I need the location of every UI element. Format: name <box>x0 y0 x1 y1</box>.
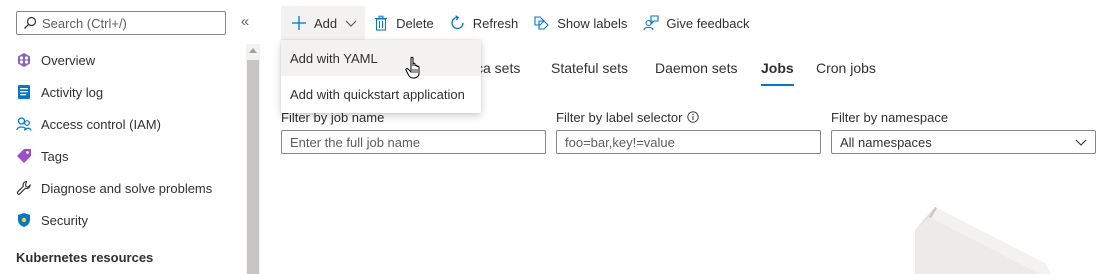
command-bar: Add Delete Refresh Show labels Give feed… <box>281 6 757 40</box>
tab-replica-sets[interactable]: ca sets <box>476 56 520 88</box>
refresh-icon <box>450 15 466 31</box>
chevron-down-icon <box>1075 139 1087 146</box>
menu-item-add-quickstart[interactable]: Add with quickstart application <box>281 76 481 112</box>
menu-item-add-with-yaml[interactable]: Add with YAML <box>281 40 481 76</box>
give-feedback-label: Give feedback <box>666 15 750 31</box>
scroll-up-arrow-icon[interactable] <box>249 48 257 53</box>
sidebar-item-activity-log[interactable]: Activity log <box>16 76 246 108</box>
give-feedback-button[interactable]: Give feedback <box>635 6 757 40</box>
sidebar-item-label: Activity log <box>41 84 104 100</box>
sidebar-item-overview[interactable]: Overview <box>16 44 246 76</box>
wrench-icon <box>16 180 32 196</box>
iam-icon <box>16 116 32 132</box>
activity-log-icon <box>16 84 32 100</box>
empty-state-illustration <box>915 207 1051 274</box>
sidebar-nav: Overview Activity log Access control (IA… <box>16 44 246 236</box>
plus-icon <box>291 15 307 31</box>
scroll-thumb[interactable] <box>247 60 259 274</box>
sidebar-item-label: Access control (IAM) <box>41 116 161 132</box>
tab-stateful-sets[interactable]: Stateful sets <box>551 56 628 88</box>
tab-daemon-sets[interactable]: Daemon sets <box>655 56 737 88</box>
namespace-select[interactable]: All namespaces <box>831 130 1096 154</box>
trash-icon <box>373 15 389 31</box>
filter-namespace: Filter by namespace All namespaces <box>831 108 1096 154</box>
chevron-down-icon <box>345 20 357 27</box>
add-button[interactable]: Add <box>281 6 366 40</box>
sidebar-item-tags[interactable]: Tags <box>16 140 246 172</box>
labels-icon <box>534 15 550 31</box>
sidebar: « Overview Activity log <box>0 0 260 274</box>
search-input[interactable] <box>42 15 222 31</box>
job-name-input[interactable] <box>281 130 546 154</box>
sidebar-item-diagnose[interactable]: Diagnose and solve problems <box>16 172 246 204</box>
label-selector-input[interactable] <box>556 130 821 154</box>
sidebar-item-label: Diagnose and solve problems <box>41 180 213 196</box>
sidebar-item-label: Overview <box>41 52 96 68</box>
show-labels-label: Show labels <box>557 15 628 31</box>
refresh-label: Refresh <box>472 15 519 31</box>
refresh-button[interactable]: Refresh <box>442 6 527 40</box>
collapse-sidebar-button[interactable]: « <box>237 12 253 32</box>
namespace-select-value: All namespaces <box>840 134 932 150</box>
filter-label-selector-text: Filter by label selector <box>556 109 683 125</box>
add-dropdown-menu: Add with YAML Add with quickstart applic… <box>281 40 481 113</box>
sidebar-item-access-control[interactable]: Access control (IAM) <box>16 108 246 140</box>
search-box[interactable] <box>16 11 226 35</box>
filter-namespace-label: Filter by namespace <box>831 109 949 125</box>
sidebar-item-label: Tags <box>41 148 69 164</box>
feedback-icon <box>643 15 659 31</box>
sidebar-scrollbar[interactable] <box>246 44 260 274</box>
search-icon <box>24 16 37 29</box>
tab-cron-jobs[interactable]: Cron jobs <box>816 56 876 88</box>
section-header-kubernetes-resources: Kubernetes resources <box>16 250 154 265</box>
filter-label-selector-label: Filter by label selector <box>556 108 821 126</box>
add-label: Add <box>314 15 338 31</box>
shield-icon <box>16 212 32 228</box>
overview-icon <box>16 52 32 68</box>
tag-icon <box>16 148 32 164</box>
delete-button[interactable]: Delete <box>365 6 442 40</box>
tab-jobs[interactable]: Jobs <box>761 56 794 88</box>
filter-label-selector: Filter by label selector <box>556 108 821 154</box>
info-icon[interactable] <box>687 111 700 123</box>
sidebar-item-security[interactable]: Security <box>16 204 246 236</box>
filter-job-name: Filter by job name <box>281 108 546 154</box>
show-labels-button[interactable]: Show labels <box>526 6 635 40</box>
sidebar-item-label: Security <box>41 212 88 228</box>
delete-label: Delete <box>396 15 434 31</box>
